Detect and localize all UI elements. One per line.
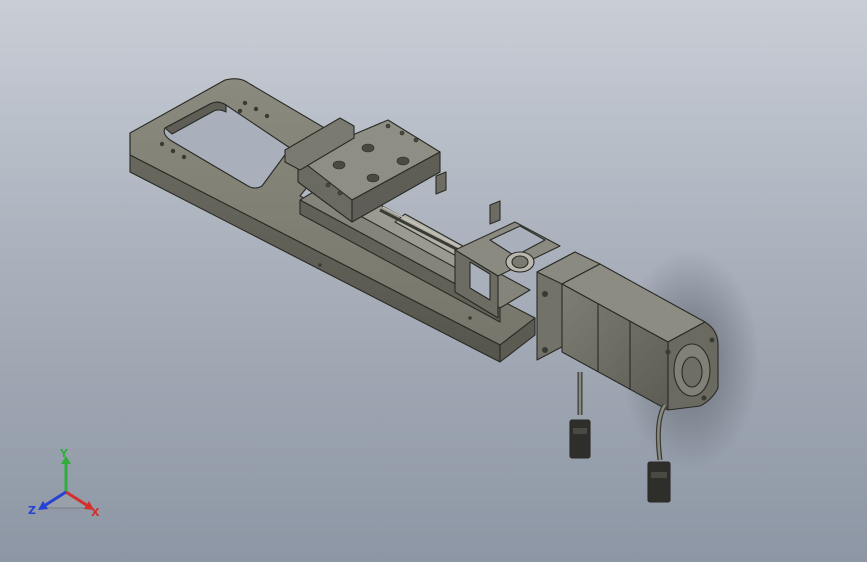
z-axis-label: Z: [28, 504, 36, 517]
y-axis-label: Y: [59, 448, 69, 460]
triad-base: [40, 491, 92, 509]
cad-viewport[interactable]: [0, 0, 867, 562]
sensor-clip-1: [435, 171, 447, 195]
sensor-clips: [435, 171, 501, 225]
sensor-clip-2: [489, 200, 501, 225]
axis-triad: Y Z X: [28, 448, 100, 519]
linear-actuator-model[interactable]: [129, 78, 719, 503]
power-connector: [569, 419, 591, 459]
coupling: [505, 251, 535, 273]
x-axis-label: X: [91, 506, 100, 519]
encoder-connector: [647, 461, 671, 503]
